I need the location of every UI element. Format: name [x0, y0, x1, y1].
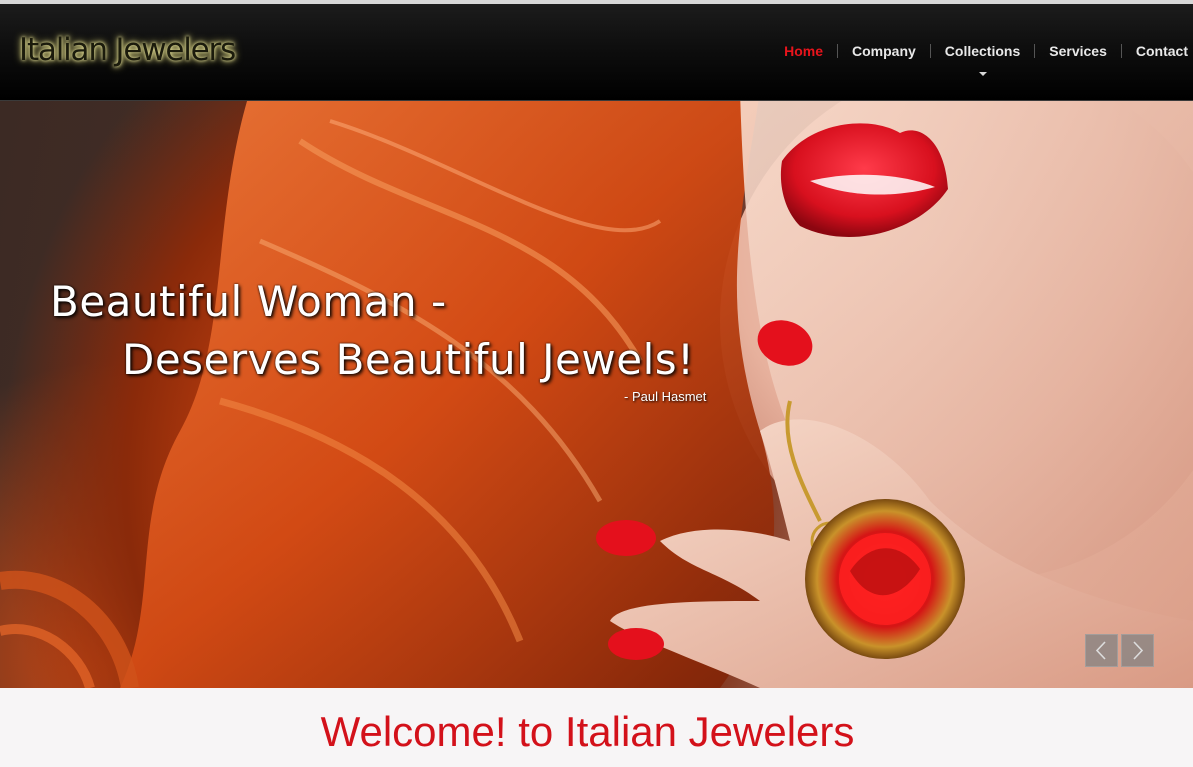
slider-next-button[interactable] — [1121, 634, 1154, 667]
page: Italian Jewelers Home Company Collection… — [0, 0, 1193, 767]
hero-quote-author: - Paul Hasmet — [624, 389, 707, 404]
welcome-section: Welcome! to Italian Jewelers — [0, 688, 1193, 767]
site-header: Italian Jewelers Home Company Collection… — [0, 4, 1193, 101]
hero-hair-image — [0, 101, 1193, 688]
dropdown-caret-icon — [978, 72, 987, 76]
hero-quote-line-1: Beautiful Woman - — [50, 277, 447, 326]
main-nav: Home Company Collections Services Contac… — [770, 40, 1193, 76]
site-logo[interactable]: Italian Jewelers — [19, 32, 236, 68]
slider-prev-button[interactable] — [1085, 634, 1118, 667]
nav-item-contact[interactable]: Contact — [1122, 43, 1193, 59]
welcome-title: Welcome! to Italian Jewelers — [320, 708, 855, 755]
nav-item-services[interactable]: Services — [1035, 43, 1121, 59]
nav-item-home[interactable]: Home — [770, 43, 837, 59]
nav-item-collections[interactable]: Collections — [931, 43, 1034, 76]
nav-item-company[interactable]: Company — [838, 43, 930, 59]
hero-quote-line-2: Deserves Beautiful Jewels! — [122, 335, 695, 384]
hero-slider: Beautiful Woman - Deserves Beautiful Jew… — [0, 101, 1193, 688]
chevron-right-icon — [1133, 641, 1144, 660]
nav-item-collections-label: Collections — [944, 43, 1021, 59]
chevron-left-icon — [1095, 641, 1106, 660]
